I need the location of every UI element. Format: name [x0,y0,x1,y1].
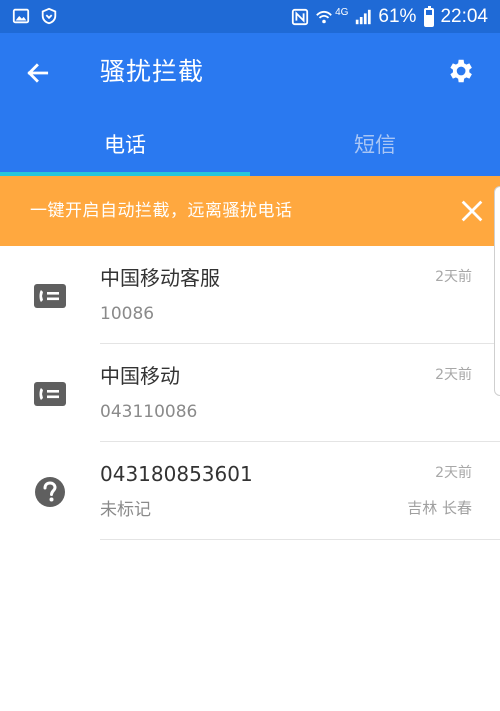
signal-icon [354,8,372,26]
caller-number: 043110086 [100,402,198,422]
nfc-icon [291,8,309,26]
tab-bar: 电话 短信 [0,113,500,176]
edge-panel-handle[interactable] [494,186,500,396]
network-type: 4G [335,7,349,18]
caller-name: 中国移动客服 [100,266,220,290]
battery-icon [424,5,435,27]
auto-block-banner[interactable]: 一键开启自动拦截，远离骚扰电话 [0,176,500,246]
battery-percent: 61% [378,6,417,27]
back-button[interactable] [20,55,56,91]
tab-sms-label: 短信 [354,132,396,157]
harassment-block-screen: 4G 61% 22:04 骚扰拦截 电话 短信 一键开启自动拦截，远离骚扰电话 … [0,0,500,711]
call-time: 2天前 [435,269,472,285]
call-log-row[interactable]: 中国移动 043110086 2天前 [0,344,500,442]
call-time: 2天前 [435,465,472,481]
tab-calls[interactable]: 电话 [0,113,250,176]
banner-text[interactable]: 一键开启自动拦截，远离骚扰电话 [30,198,293,224]
settings-button[interactable] [442,53,478,89]
contact-card-icon [32,376,68,412]
close-icon [461,200,483,222]
gallery-icon [12,7,30,25]
wifi-icon [315,8,333,26]
app-bar: 骚扰拦截 [0,33,500,113]
status-bar: 4G 61% 22:04 [0,0,500,33]
tab-calls-label: 电话 [104,132,146,157]
page-title: 骚扰拦截 [100,57,205,86]
row-divider [100,539,500,540]
call-time: 2天前 [435,367,472,383]
call-log-row[interactable]: 中国移动客服 10086 2天前 [0,246,500,344]
shield-icon [40,7,58,25]
call-log-list: 中国移动客服 10086 2天前 中国移动 043110086 2天前 0431… [0,246,500,540]
gear-icon [450,59,472,83]
status-right-icons: 4G 61% 22:04 [291,4,488,30]
status-left-icons [12,7,58,25]
battery-fill [426,15,433,25]
banner-close-button[interactable] [458,197,486,225]
tab-sms[interactable]: 短信 [250,113,500,176]
caller-tag: 未标记 [100,500,151,520]
caller-name: 043180853601 [100,462,253,486]
caller-number: 10086 [100,304,155,324]
caller-name: 中国移动 [100,364,180,388]
arrow-left-icon [27,63,49,83]
call-log-row[interactable]: 043180853601 未标记 2天前 吉林 长春 [0,442,500,540]
caller-location: 吉林 长春 [407,499,472,517]
clock: 22:04 [440,6,488,27]
question-icon [32,474,68,510]
contact-card-icon [32,278,68,314]
